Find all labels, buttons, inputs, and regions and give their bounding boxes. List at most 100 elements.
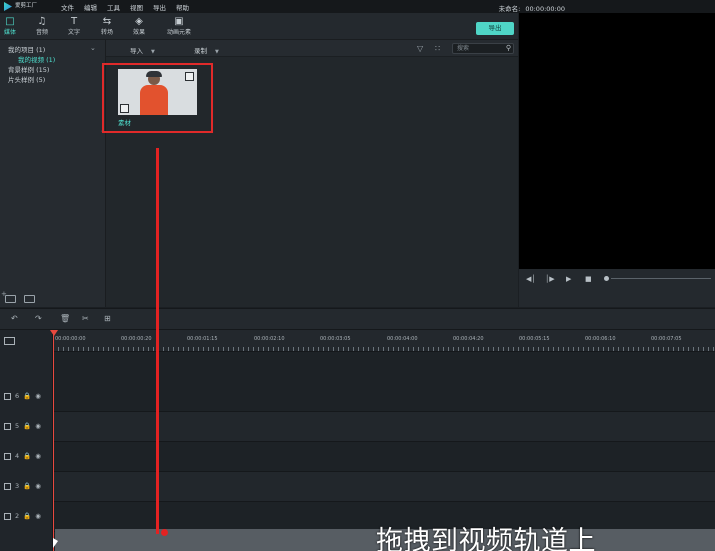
folder-icon[interactable] <box>24 295 35 303</box>
lock-icon[interactable]: 🔒 <box>23 422 31 430</box>
ruler-label: 00:00:00:20 <box>121 336 152 342</box>
add-folder-icon[interactable] <box>1 290 16 303</box>
lock-icon[interactable]: 🔒 <box>23 482 31 490</box>
track-control-4: 4 🔒 ◉ <box>4 452 41 460</box>
eye-icon[interactable]: ◉ <box>35 452 41 460</box>
timeline-ruler[interactable]: 00:00:00:00 00:00:00:20 00:00:01:15 00:0… <box>53 330 715 352</box>
clip-add-icon[interactable] <box>120 104 129 113</box>
lock-icon[interactable]: 🔒 <box>23 452 31 460</box>
delete-icon[interactable]: 🗑 <box>60 314 70 323</box>
scrubber-handle[interactable] <box>604 276 609 281</box>
eye-icon[interactable]: ◉ <box>35 422 41 430</box>
chevron-down-icon: ▼ <box>215 49 219 55</box>
ruler-label: 00:00:07:05 <box>651 336 682 342</box>
scrubber-track[interactable] <box>611 278 711 279</box>
tab-media-label: 媒体 <box>3 29 16 36</box>
track-control-2: 2 🔒 ◉ <box>4 512 41 520</box>
media-clip-thumbnail[interactable] <box>118 69 197 115</box>
track-manager-icon[interactable] <box>4 337 15 345</box>
menu-file[interactable]: 文件 <box>61 2 74 12</box>
import-dropdown[interactable]: 导入 ▼ <box>130 45 155 55</box>
tab-text[interactable]: T 文字 <box>59 16 89 36</box>
library-folder-actions <box>1 290 35 303</box>
menu-bar: 爱剪工厂 文件 编辑 工具 视图 导出 帮助 未命名: 00:00:00:00 <box>0 0 715 13</box>
stop-icon[interactable]: ■ <box>585 275 592 283</box>
main-toolbar: □ 媒体 ♫ 音频 T 文字 ⇆ 转场 ◈ 效果 ▣ 动画元素 <box>0 13 518 40</box>
preview-window <box>519 13 715 269</box>
import-label: 导入 <box>130 47 143 55</box>
tab-media[interactable]: □ 媒体 <box>0 16 25 36</box>
filter-icon[interactable]: ▽ <box>417 44 423 53</box>
tab-transition-label: 转场 <box>100 29 113 36</box>
library-my-media[interactable]: 我的视频 (1) <box>18 54 55 64</box>
step-forward-icon[interactable]: │▶ <box>545 275 555 283</box>
playhead[interactable] <box>53 330 54 551</box>
library-bg-samples[interactable]: 背景样例 (15) <box>8 64 49 74</box>
undo-icon[interactable]: ↶ <box>11 314 18 323</box>
redo-icon[interactable]: ↷ <box>35 314 42 323</box>
timeline-track[interactable] <box>53 412 715 442</box>
search-input[interactable]: 搜索 ⚲ <box>452 43 514 54</box>
eye-icon[interactable]: ◉ <box>35 512 41 520</box>
lock-icon[interactable]: 🔒 <box>23 512 31 520</box>
preview-controls: ◀│ │▶ ▶ ■ <box>519 269 715 307</box>
ruler-label: 00:00:01:15 <box>187 336 218 342</box>
track-number: 6 <box>15 392 20 400</box>
tab-transition[interactable]: ⇆ 转场 <box>92 16 122 36</box>
lock-icon[interactable]: 🔒 <box>23 392 31 400</box>
menu-edit[interactable]: 编辑 <box>84 2 97 12</box>
playhead-handle[interactable] <box>50 330 58 336</box>
timeline-track[interactable] <box>53 382 715 412</box>
menu-view[interactable]: 视图 <box>130 2 143 12</box>
search-icon[interactable]: ⚲ <box>506 44 511 53</box>
folder-icon: □ <box>5 16 15 27</box>
chevron-down-icon: ▼ <box>151 49 155 55</box>
text-icon: T <box>70 16 78 27</box>
track-number: 4 <box>15 452 20 460</box>
crop-icon[interactable]: ⊞ <box>104 314 111 323</box>
effects-icon: ◈ <box>135 16 143 27</box>
step-back-icon[interactable]: ◀│ <box>526 275 536 283</box>
play-icon[interactable]: ▶ <box>566 275 571 283</box>
export-button[interactable]: 导出 <box>476 22 514 35</box>
track-control-3: 3 🔒 ◉ <box>4 482 41 490</box>
thumbnail-person-body <box>140 85 168 115</box>
cut-icon[interactable]: ✂ <box>82 314 89 323</box>
tab-audio[interactable]: ♫ 音频 <box>27 16 57 36</box>
menu-tools[interactable]: 工具 <box>107 2 120 12</box>
chevron-down-icon[interactable]: ⌄ <box>90 44 96 52</box>
ruler-label: 00:00:06:10 <box>585 336 616 342</box>
menu-help[interactable]: 帮助 <box>176 2 189 12</box>
ruler-label: 00:00:00:00 <box>55 336 86 342</box>
track-number: 3 <box>15 482 20 490</box>
tab-animation-label: 动画元素 <box>166 29 191 36</box>
video-track-icon <box>4 422 11 430</box>
media-clip-label: 素材 <box>118 119 131 127</box>
eye-icon[interactable]: ◉ <box>35 482 41 490</box>
timeline-toolbar: ↶ ↷ 🗑 ✂ ⊞ <box>0 308 715 330</box>
menu-export[interactable]: 导出 <box>153 2 166 12</box>
ruler-ticks <box>53 347 715 351</box>
tab-effects[interactable]: ◈ 效果 <box>124 16 154 36</box>
thumbnail-person-cap <box>146 71 162 77</box>
video-track-icon <box>4 452 11 460</box>
library-intro-samples[interactable]: 片头样例 (5) <box>8 74 45 84</box>
project-timecode: 00:00:00:00 <box>525 5 565 13</box>
image-icon: ▣ <box>174 16 184 27</box>
grid-view-icon[interactable]: ∷ <box>435 44 440 53</box>
timeline-track[interactable] <box>53 472 715 502</box>
ruler-label: 00:00:02:10 <box>254 336 285 342</box>
timeline-track[interactable] <box>53 442 715 472</box>
track-number: 2 <box>15 512 20 520</box>
music-note-icon: ♫ <box>37 16 47 27</box>
project-name: 未命名: <box>498 5 521 13</box>
library-my-project[interactable]: 我的项目 (1) <box>8 44 45 54</box>
tab-animation[interactable]: ▣ 动画元素 <box>162 16 196 36</box>
logo-text: 爱剪工厂 <box>15 3 38 9</box>
search-placeholder: 搜索 <box>457 45 470 52</box>
track-number: 5 <box>15 422 20 430</box>
record-dropdown[interactable]: 录制 ▼ <box>194 45 219 55</box>
video-track-icon <box>4 482 11 490</box>
eye-icon[interactable]: ◉ <box>35 392 41 400</box>
tab-text-label: 文字 <box>67 29 80 36</box>
